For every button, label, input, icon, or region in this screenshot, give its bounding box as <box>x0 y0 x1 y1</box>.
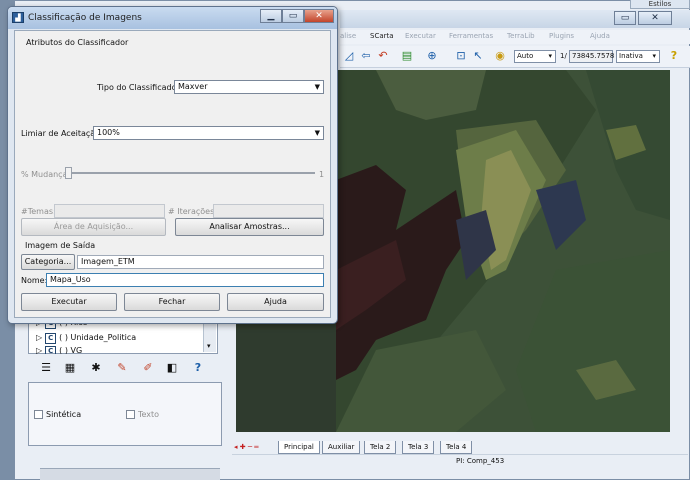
menu-ajuda[interactable]: Ajuda <box>590 32 610 40</box>
satellite-image-map[interactable] <box>336 70 670 432</box>
app-icon: ▟ <box>12 12 24 23</box>
change-percent-label: % Mudança <box>21 170 68 179</box>
layer-item-unidade-politica[interactable]: ▷ C( ) Unidade_Politica <box>36 333 136 344</box>
menu-terralib[interactable]: TerraLib <box>507 32 535 40</box>
text-label: Texto <box>138 410 160 419</box>
styles-tab[interactable]: Estilos <box>630 0 690 9</box>
minimize-button[interactable]: ▁ <box>260 9 282 23</box>
panel-icon[interactable]: ◧ <box>164 361 180 375</box>
menu-plugins[interactable]: Plugins <box>549 32 574 40</box>
name-label: Nome: <box>21 276 48 285</box>
text-checkbox[interactable] <box>126 410 135 419</box>
background-window-bottom <box>40 468 220 480</box>
acceptance-threshold-label: Limiar de Aceitação: <box>21 129 103 138</box>
undo-icon[interactable]: ↶ <box>376 49 390 63</box>
close-button[interactable]: ✕ <box>304 9 334 23</box>
classifier-group-title: Atributos do Classificador <box>26 38 129 47</box>
iterations-label: # Iterações: <box>168 207 217 216</box>
brush-icon[interactable]: ✐ <box>140 361 156 375</box>
layer-item-vg[interactable]: ▷ C( ) VG <box>36 346 82 354</box>
layer-add-icon[interactable]: ▤ <box>400 49 414 63</box>
iterations-field <box>213 204 324 218</box>
change-percent-max: 1 <box>319 170 325 179</box>
slider-thumb[interactable] <box>65 167 72 179</box>
menu-executar[interactable]: Executar <box>405 32 436 40</box>
arrow-left-icon[interactable]: ⇦ <box>359 49 373 63</box>
menu-analise[interactable]: alise <box>340 32 356 40</box>
scale-prefix: 1/ <box>560 52 567 60</box>
edit-icon[interactable]: ✎ <box>114 361 130 375</box>
output-name-input[interactable]: Mapa_Uso <box>46 273 324 287</box>
dialog-title: Classificação de Imagens <box>28 13 142 23</box>
table-icon[interactable]: ▦ <box>62 361 78 375</box>
menu-scarta[interactable]: SCarta <box>370 32 394 40</box>
layer-c-icon: C <box>45 333 57 344</box>
pointer-icon[interactable]: ↖ <box>471 49 485 63</box>
list-icon[interactable]: ☰ <box>38 361 54 375</box>
zoom-icon[interactable]: ⊕ <box>425 49 439 63</box>
themes-field <box>54 204 165 218</box>
classifier-type-select[interactable]: Maxver ▼ <box>174 80 324 94</box>
expand-icon[interactable]: ▷ <box>36 333 42 342</box>
main-restore-button[interactable]: ▭ <box>614 11 636 25</box>
chart-icon[interactable]: ✱ <box>88 361 104 375</box>
themes-label: #Temas: <box>21 207 56 216</box>
chevron-down-icon: ▼ <box>314 129 320 137</box>
zoom-area-icon[interactable]: ⊡ <box>454 49 468 63</box>
tab-tela-2[interactable]: Tela 2 <box>364 441 397 454</box>
state-select[interactable]: Inativa ▾ <box>616 50 660 63</box>
menu-ferramentas[interactable]: Ferramentas <box>449 32 493 40</box>
scale-mode-select[interactable]: Auto ▾ <box>514 50 556 63</box>
tab-tela-3[interactable]: Tela 3 <box>402 441 435 454</box>
main-close-button[interactable]: ✕ <box>638 11 672 25</box>
execute-button[interactable]: Executar <box>21 293 117 311</box>
lock-icon[interactable]: ◉ <box>493 49 507 63</box>
classifier-type-label: Tipo do Classificador: <box>97 83 183 92</box>
tab-principal[interactable]: Principal <box>278 441 320 454</box>
synthetic-label: Sintética <box>46 410 82 419</box>
tab-tela-4[interactable]: Tela 4 <box>440 441 473 454</box>
acquisition-area-button[interactable]: Área de Aquisição... <box>21 218 166 236</box>
layer-tree-scrollbar[interactable]: ▾ <box>203 320 216 352</box>
scale-value-field[interactable]: 73845.7578 <box>569 50 614 63</box>
tab-nav-icons[interactable]: ◂ ✚ ─ ═ <box>234 443 258 451</box>
category-button[interactable]: Categoria... <box>21 254 75 270</box>
help-icon[interactable]: ? <box>667 49 681 63</box>
chevron-down-icon: ▼ <box>314 83 320 91</box>
change-percent-slider[interactable] <box>66 172 315 174</box>
category-value-field[interactable]: Imagem_ETM <box>77 255 324 269</box>
analyze-samples-button[interactable]: Analisar Amostras... <box>175 218 324 236</box>
output-image-group-title: Imagem de Saída <box>25 241 96 250</box>
help-button[interactable]: Ajuda <box>227 293 324 311</box>
tab-auxiliar[interactable]: Auxiliar <box>322 441 361 454</box>
synthetic-checkbox[interactable] <box>34 410 43 419</box>
status-text: PI: Comp_453 <box>456 457 505 465</box>
help-icon[interactable]: ? <box>190 361 206 375</box>
maximize-button[interactable]: ▭ <box>282 9 304 23</box>
layer-c-icon: C <box>45 346 57 354</box>
expand-icon[interactable]: ▷ <box>36 346 42 354</box>
acceptance-threshold-select[interactable]: 100% ▼ <box>93 126 324 140</box>
close-dialog-button[interactable]: Fechar <box>124 293 220 311</box>
draw-polygon-icon[interactable]: ◿ <box>342 49 356 63</box>
